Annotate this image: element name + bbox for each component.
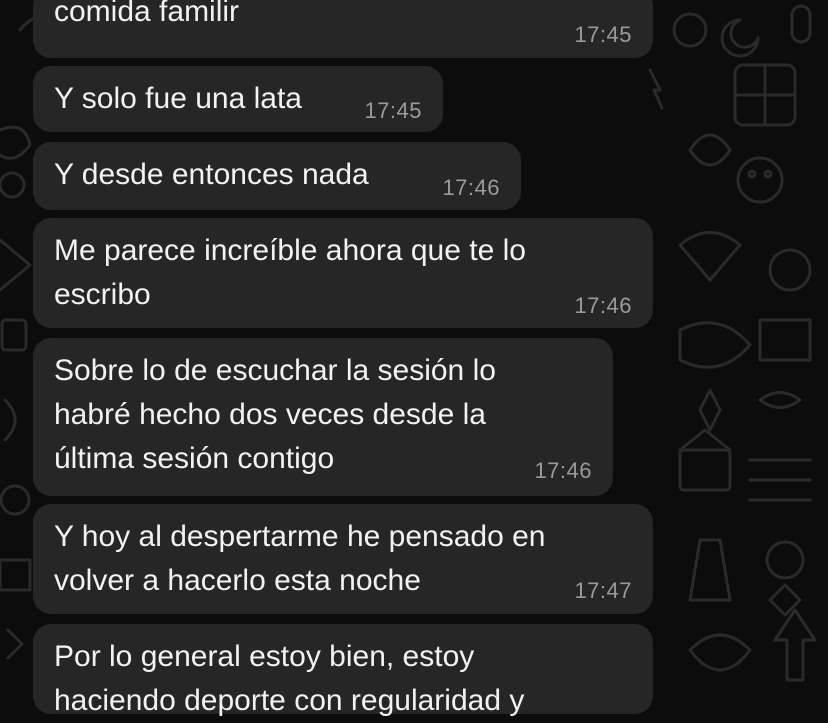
- message-timestamp: 17:46: [442, 175, 500, 200]
- message-timestamp: 17:45: [574, 22, 632, 47]
- message-bubble[interactable]: Me parece increíble ahora que te lo escr…: [33, 218, 653, 328]
- message-bubble[interactable]: Y hoy al despertarme he pensado en volve…: [33, 504, 653, 614]
- message-bubble[interactable]: Sobre lo de escuchar la sesión lo habré …: [33, 338, 613, 496]
- message-text: Y hoy al despertarme he pensado en volve…: [54, 520, 546, 597]
- message-text: Me parece increíble ahora que te lo escr…: [54, 234, 526, 311]
- message-text: comida familir: [54, 0, 240, 28]
- message-timestamp: 17:46: [534, 458, 592, 483]
- message-text: Por lo general estoy bien, estoy haciend…: [54, 640, 525, 717]
- message-timestamp: 17:45: [364, 98, 422, 123]
- message-bubble[interactable]: comida familir 17:45: [33, 0, 653, 58]
- message-bubble[interactable]: Por lo general estoy bien, estoy haciend…: [33, 624, 653, 717]
- message-bubble[interactable]: Y solo fue una lata 17:45: [33, 66, 443, 132]
- message-timestamp: 17:46: [574, 293, 632, 318]
- message-text: Y solo fue una lata: [54, 82, 302, 115]
- message-text: Sobre lo de escuchar la sesión lo habré …: [54, 354, 496, 475]
- message-text: Y desde entonces nada: [54, 158, 369, 191]
- message-bubble[interactable]: Y desde entonces nada 17:46: [33, 142, 521, 210]
- message-timestamp: 17:47: [574, 578, 632, 603]
